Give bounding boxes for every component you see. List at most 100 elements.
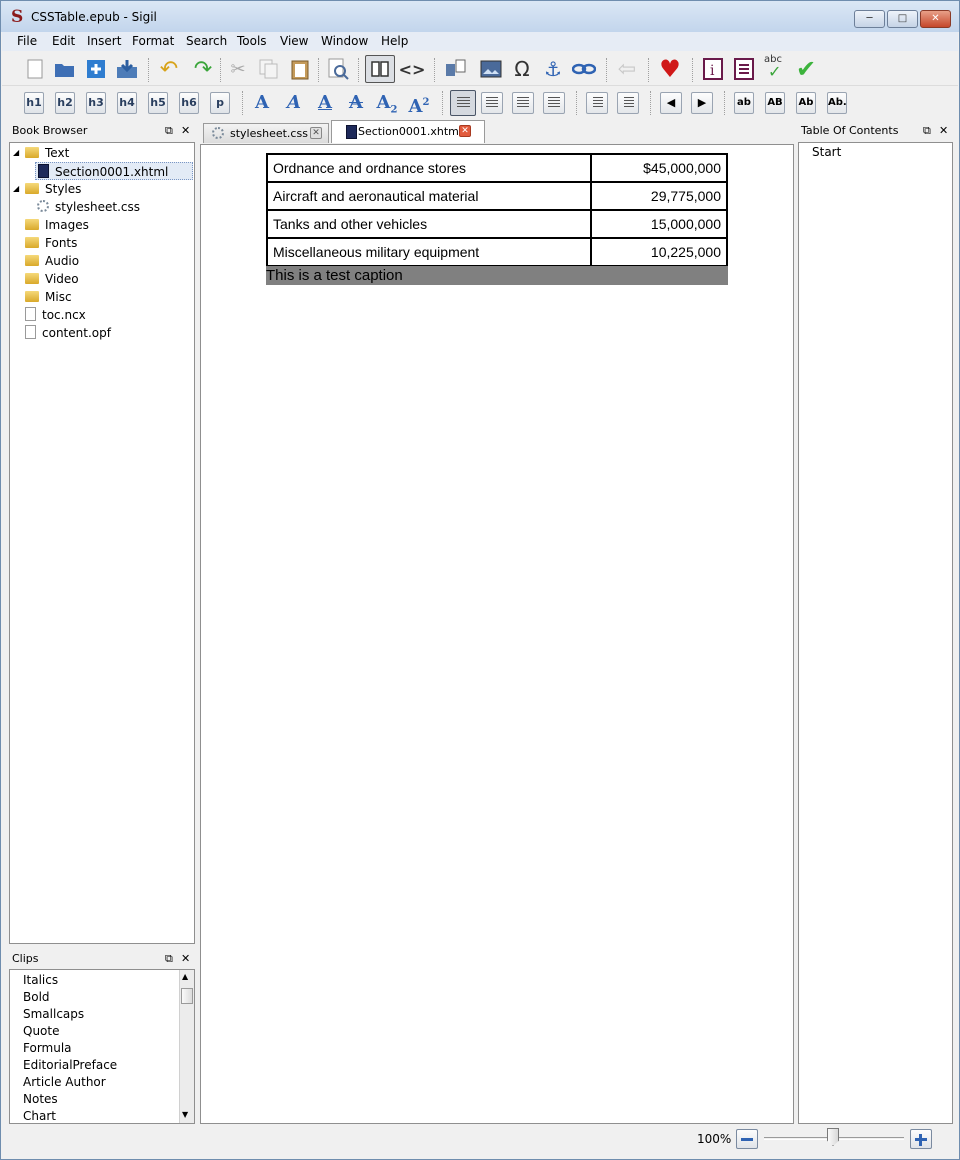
paragraph-button[interactable]: p [210, 92, 230, 114]
minimize-button[interactable]: ─ [854, 10, 885, 28]
split-icon[interactable] [442, 56, 468, 82]
scroll-thumb[interactable] [181, 988, 193, 1004]
titlecase-button[interactable]: Ab [796, 92, 816, 114]
menu-view[interactable]: View [280, 34, 308, 48]
close-panel-icon[interactable]: ✕ [181, 950, 190, 968]
align-right-icon[interactable] [512, 92, 534, 114]
menu-search[interactable]: Search [186, 34, 227, 48]
heading-6-button[interactable]: h6 [179, 92, 199, 114]
tree-item-text[interactable]: Text [25, 144, 69, 162]
zoom-out-button[interactable] [736, 1129, 758, 1149]
close-panel-icon[interactable]: ✕ [939, 122, 948, 140]
clips-scrollbar[interactable]: ▲ ▼ [179, 970, 194, 1123]
collapse-arrow-icon[interactable]: ◢ [13, 144, 19, 162]
paste-icon[interactable] [287, 56, 313, 82]
clip-item[interactable]: Chart [23, 1107, 56, 1125]
clip-item[interactable]: Bold [23, 988, 50, 1006]
undock-icon[interactable]: ⧉ [165, 950, 173, 968]
clip-item[interactable]: Quote [23, 1022, 59, 1040]
collapse-arrow-icon[interactable]: ◢ [13, 180, 19, 198]
close-tab-icon[interactable]: ✕ [310, 127, 322, 139]
code-view-icon[interactable]: <> [399, 56, 426, 82]
meta-editor-icon[interactable]: i [700, 56, 726, 82]
add-file-icon[interactable] [83, 56, 109, 82]
heading-1-button[interactable]: h1 [24, 92, 44, 114]
numbered-list-icon[interactable] [617, 92, 639, 114]
undock-icon[interactable]: ⧉ [165, 122, 173, 140]
tab-section0001[interactable]: Section0001.xhtml ✕ [331, 120, 485, 143]
tree-item-video[interactable]: Video [25, 270, 79, 288]
cut-icon[interactable]: ✂ [225, 56, 251, 82]
book-view-icon[interactable] [365, 55, 395, 83]
clip-item[interactable]: Notes [23, 1090, 58, 1108]
zoom-slider-handle[interactable] [827, 1128, 839, 1146]
maximize-button[interactable]: □ [887, 10, 918, 28]
close-window-button[interactable]: ✕ [920, 10, 951, 28]
heading-2-button[interactable]: h2 [55, 92, 75, 114]
tree-item-fonts[interactable]: Fonts [25, 234, 77, 252]
bold-icon[interactable]: A [249, 91, 275, 115]
menu-help[interactable]: Help [381, 34, 408, 48]
scroll-down-icon[interactable]: ▼ [182, 1110, 188, 1119]
align-center-icon[interactable] [481, 92, 503, 114]
insert-image-icon[interactable] [478, 56, 504, 82]
undock-icon[interactable]: ⧉ [923, 122, 931, 140]
new-file-icon[interactable] [22, 56, 48, 82]
zoom-in-button[interactable] [910, 1129, 932, 1149]
validate-check-icon[interactable]: ✔ [793, 55, 819, 83]
superscript-icon[interactable]: A2 [406, 91, 432, 117]
tree-item-toc-ncx[interactable]: toc.ncx [25, 306, 86, 324]
menu-file[interactable]: File [17, 34, 37, 48]
subscript-icon[interactable]: A2 [374, 91, 400, 116]
tree-item-images[interactable]: Images [25, 216, 89, 234]
back-icon[interactable]: ⇦ [614, 56, 640, 82]
menu-insert[interactable]: Insert [87, 34, 121, 48]
close-tab-icon[interactable]: ✕ [459, 125, 471, 137]
strikethrough-icon[interactable]: A [343, 91, 369, 115]
indent-icon[interactable]: ▶ [691, 92, 713, 114]
insert-special-char-icon[interactable]: Ω [509, 56, 535, 82]
toc-item-start[interactable]: Start [812, 143, 841, 161]
outdent-icon[interactable]: ◀ [660, 92, 682, 114]
heading-5-button[interactable]: h5 [148, 92, 168, 114]
heading-4-button[interactable]: h4 [117, 92, 137, 114]
close-panel-icon[interactable]: ✕ [181, 122, 190, 140]
scroll-up-icon[interactable]: ▲ [182, 972, 188, 981]
tree-item-audio[interactable]: Audio [25, 252, 79, 270]
heading-3-button[interactable]: h3 [86, 92, 106, 114]
open-icon[interactable] [52, 56, 78, 82]
clip-item[interactable]: Italics [23, 971, 58, 989]
save-icon[interactable] [114, 56, 140, 82]
undo-icon[interactable]: ↶ [156, 56, 182, 82]
insert-anchor-icon[interactable]: ⚓ [540, 56, 566, 82]
insert-link-icon[interactable] [571, 56, 597, 82]
underline-icon[interactable]: A [312, 91, 338, 115]
copy-icon[interactable] [256, 56, 282, 82]
book-view-editor[interactable]: Ordnance and ordnance stores $45,000,000… [200, 144, 794, 1124]
menu-format[interactable]: Format [132, 34, 174, 48]
justify-icon[interactable] [543, 92, 565, 114]
menu-tools[interactable]: Tools [237, 34, 267, 48]
find-icon[interactable] [325, 56, 351, 82]
clip-item[interactable]: Article Author [23, 1073, 106, 1091]
tree-item-styles[interactable]: Styles [25, 180, 81, 198]
donate-heart-icon[interactable]: ♥ [657, 55, 683, 83]
tree-item-content-opf[interactable]: content.opf [25, 324, 111, 342]
uppercase-button[interactable]: AB [765, 92, 785, 114]
menu-edit[interactable]: Edit [52, 34, 75, 48]
bullet-list-icon[interactable] [586, 92, 608, 114]
lowercase-button[interactable]: ab [734, 92, 754, 114]
menu-window[interactable]: Window [321, 34, 368, 48]
tab-stylesheet[interactable]: stylesheet.css ✕ [203, 123, 329, 143]
tree-item-stylesheet[interactable]: stylesheet.css [37, 198, 140, 216]
clip-item[interactable]: Formula [23, 1039, 72, 1057]
redo-icon[interactable]: ↷ [190, 56, 216, 82]
clip-item[interactable]: Smallcaps [23, 1005, 84, 1023]
italic-icon[interactable]: A [281, 91, 307, 115]
sentencecase-button[interactable]: Ab. [827, 92, 847, 114]
tree-item-section0001[interactable]: Section0001.xhtml [35, 162, 193, 180]
spellcheck-icon[interactable]: abc ✓ [762, 54, 788, 81]
tree-item-misc[interactable]: Misc [25, 288, 72, 306]
clip-item[interactable]: EditorialPreface [23, 1056, 117, 1074]
toc-editor-icon[interactable] [731, 56, 757, 82]
